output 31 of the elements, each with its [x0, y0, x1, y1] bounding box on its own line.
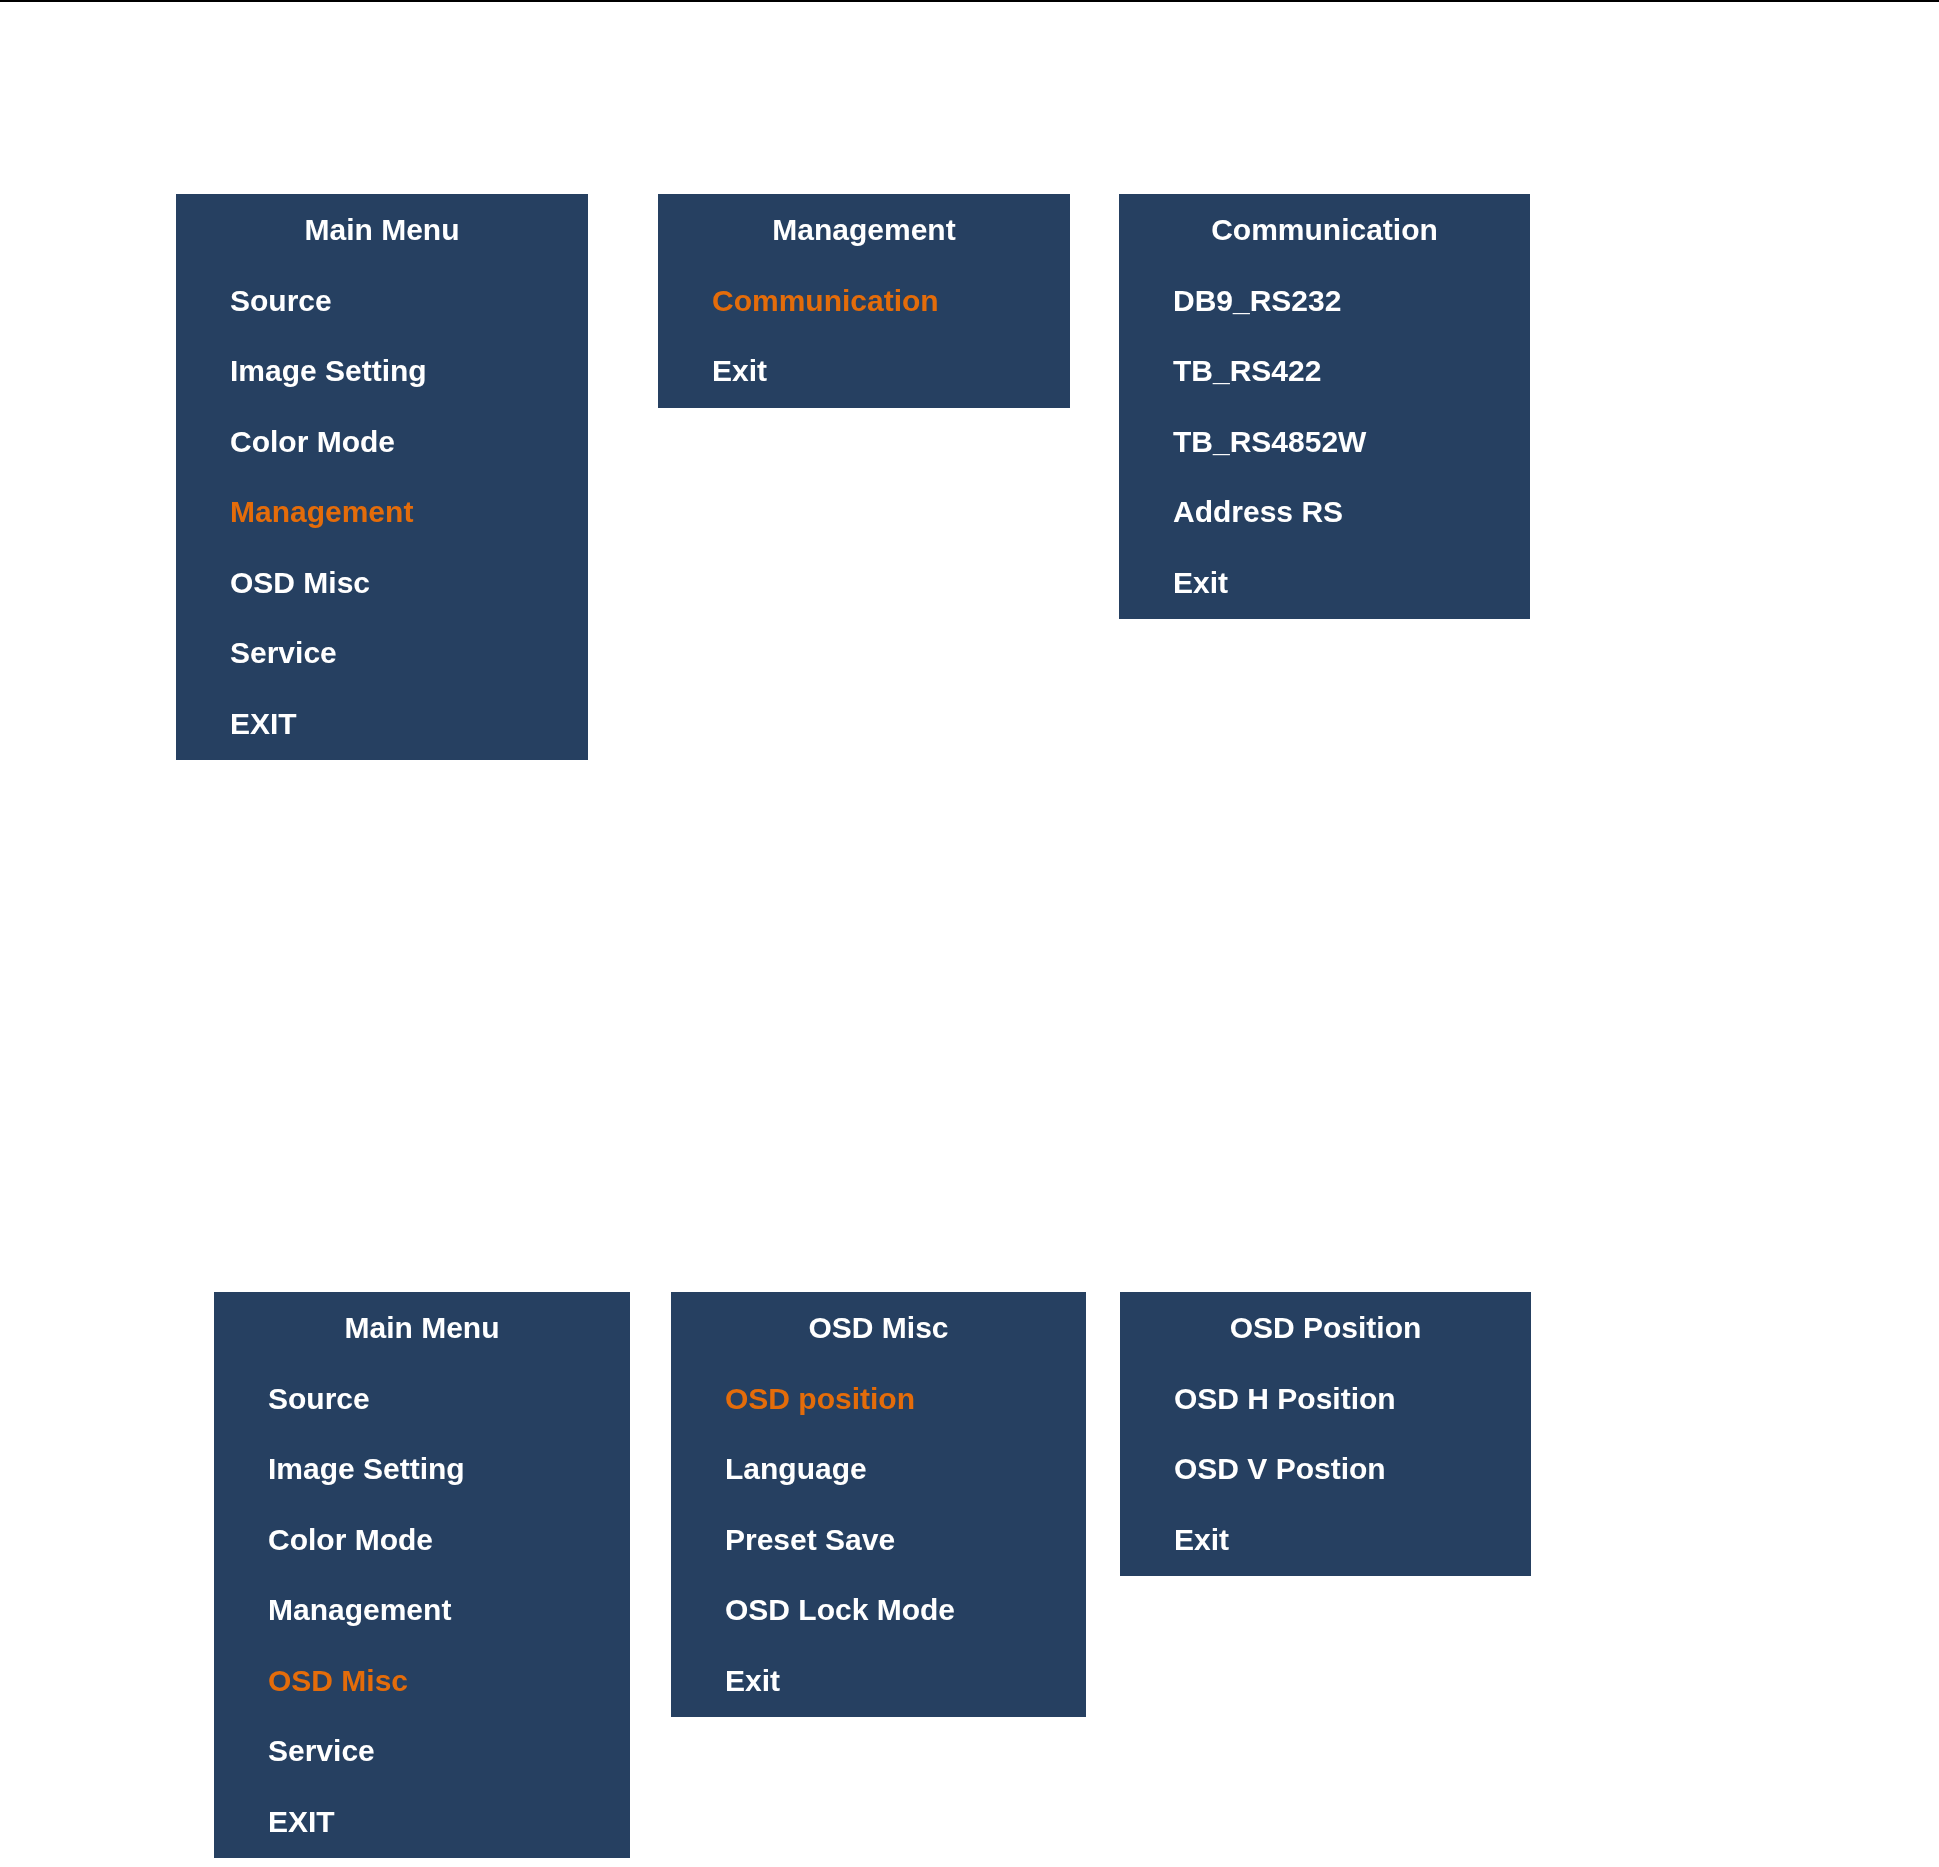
menu-item[interactable]: Source [268, 1381, 370, 1416]
menu-item[interactable]: Color Mode [268, 1522, 433, 1557]
menu-item[interactable]: Exit [712, 354, 768, 389]
menu-item[interactable]: Service [230, 636, 337, 671]
menu-item[interactable]: Source [230, 283, 332, 318]
menu-title: Main Menu [304, 213, 460, 248]
menu-item[interactable]: Image Setting [268, 1452, 465, 1487]
menu-item[interactable]: Management [268, 1593, 452, 1628]
menu-item[interactable]: EXIT [268, 1804, 335, 1839]
menu-item[interactable]: Service [268, 1734, 375, 1769]
menu-title: OSD Position [1229, 1311, 1422, 1346]
menu-item[interactable]: Preset Save [725, 1522, 896, 1557]
menu-title: Management [772, 213, 956, 248]
menu-item[interactable]: Address RS [1173, 495, 1344, 530]
menu-item[interactable]: Exit [1174, 1522, 1230, 1557]
menu-title: OSD Misc [808, 1311, 949, 1346]
menu-item[interactable]: OSD Misc [230, 565, 371, 600]
menu-item[interactable]: TB_RS422 [1173, 354, 1322, 389]
menu-item[interactable]: EXIT [230, 706, 297, 741]
menu-item[interactable]: TB_RS4852W [1173, 424, 1367, 459]
menu-item[interactable]: DB9_RS232 [1173, 283, 1342, 318]
menu-item[interactable]: Image Setting [230, 354, 427, 389]
menu-item[interactable]: Color Mode [230, 424, 395, 459]
menu-title: Main Menu [344, 1311, 500, 1346]
menu-item[interactable]: Exit [1173, 565, 1229, 600]
menu-item[interactable]: Language [725, 1452, 867, 1487]
menu-title: Communication [1211, 213, 1438, 248]
menu-item[interactable]: OSD V Postion [1174, 1452, 1386, 1487]
menu-item[interactable]: OSD Lock Mode [725, 1593, 956, 1628]
menu-item[interactable]: OSD H Position [1174, 1381, 1396, 1416]
menu-item[interactable]: Exit [725, 1663, 781, 1698]
